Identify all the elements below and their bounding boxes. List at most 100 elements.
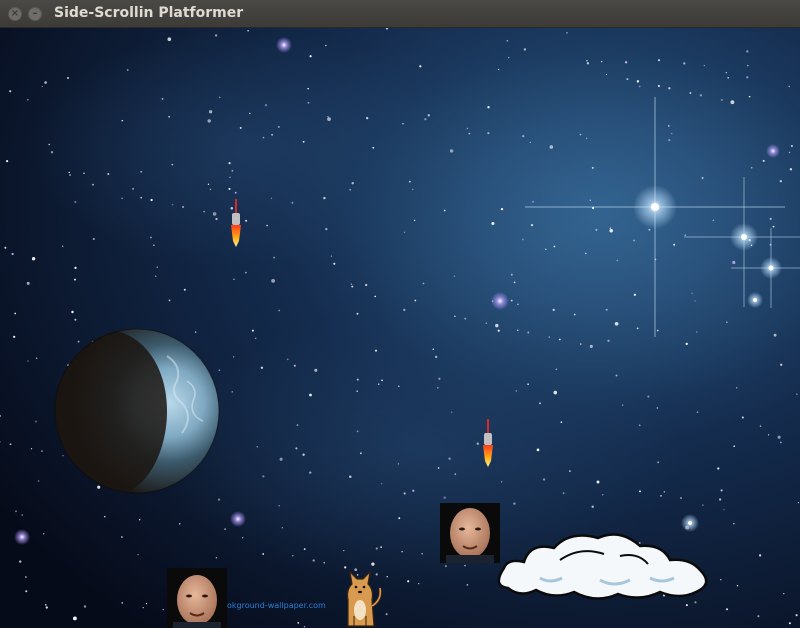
star xyxy=(507,56,510,59)
star xyxy=(769,217,772,220)
star xyxy=(231,391,233,393)
star xyxy=(685,604,688,607)
star xyxy=(233,356,235,358)
star xyxy=(356,574,359,576)
star xyxy=(727,76,730,79)
star xyxy=(402,122,404,125)
star xyxy=(279,457,283,461)
star xyxy=(725,608,729,611)
star xyxy=(104,516,106,518)
star xyxy=(595,228,598,231)
star xyxy=(9,90,12,93)
star xyxy=(371,562,375,566)
window-titlebar[interactable]: × – Side-Scrollin Platformer xyxy=(0,0,800,28)
star xyxy=(18,560,22,563)
star xyxy=(694,300,696,302)
star xyxy=(609,229,613,233)
planet xyxy=(54,328,220,494)
star xyxy=(500,207,504,211)
star xyxy=(27,98,29,101)
star xyxy=(562,492,565,495)
star xyxy=(549,145,554,149)
star xyxy=(278,505,280,507)
star xyxy=(667,124,670,127)
star xyxy=(208,110,213,114)
star xyxy=(293,364,296,367)
star xyxy=(168,299,171,302)
game-canvas[interactable]: okground-wallpaper.com xyxy=(0,28,800,628)
star xyxy=(171,163,174,166)
star xyxy=(161,97,164,100)
star xyxy=(21,514,24,516)
star xyxy=(107,172,110,176)
star xyxy=(407,580,410,583)
star xyxy=(48,143,50,146)
star xyxy=(385,613,388,616)
star xyxy=(718,498,722,501)
star xyxy=(773,333,777,337)
star xyxy=(303,625,306,628)
star xyxy=(543,478,546,481)
star xyxy=(203,210,205,213)
star xyxy=(515,390,517,392)
minimize-icon[interactable]: – xyxy=(28,7,42,21)
star xyxy=(212,212,217,216)
star xyxy=(168,115,170,118)
star xyxy=(548,336,551,338)
star xyxy=(600,60,603,63)
star xyxy=(67,77,69,79)
star xyxy=(500,481,503,483)
star xyxy=(121,536,123,538)
close-icon[interactable]: × xyxy=(8,7,22,21)
star xyxy=(741,416,744,419)
star xyxy=(720,98,723,101)
star xyxy=(333,262,336,265)
star xyxy=(422,282,425,285)
star xyxy=(605,308,608,311)
star xyxy=(92,183,94,186)
star xyxy=(167,37,172,42)
star xyxy=(155,275,157,277)
star xyxy=(183,288,186,291)
star xyxy=(140,196,143,199)
star xyxy=(264,104,268,107)
star xyxy=(717,467,720,470)
star xyxy=(418,582,420,585)
star xyxy=(325,44,327,47)
star xyxy=(759,425,762,427)
star xyxy=(427,114,430,117)
star xyxy=(657,59,661,62)
bright-star xyxy=(14,529,30,545)
star xyxy=(381,483,383,485)
star xyxy=(689,92,692,94)
star xyxy=(464,317,467,320)
star xyxy=(673,243,676,246)
star xyxy=(4,246,7,249)
star xyxy=(560,421,563,424)
star xyxy=(72,616,77,621)
star xyxy=(748,95,751,98)
star xyxy=(229,176,231,178)
star xyxy=(668,87,671,90)
star xyxy=(624,61,628,64)
star xyxy=(132,187,135,190)
star xyxy=(9,443,12,446)
bright-star xyxy=(276,37,292,53)
star xyxy=(453,275,456,277)
star xyxy=(421,553,423,555)
star xyxy=(596,480,600,484)
star xyxy=(309,55,312,58)
star xyxy=(233,278,235,281)
star xyxy=(50,151,54,154)
star xyxy=(510,273,513,276)
star xyxy=(374,295,377,298)
star xyxy=(374,349,378,352)
star xyxy=(779,180,782,183)
star xyxy=(386,576,388,578)
star xyxy=(217,498,221,501)
star xyxy=(487,106,490,109)
star xyxy=(412,489,415,492)
star xyxy=(251,329,254,332)
star xyxy=(476,442,479,445)
star xyxy=(323,196,326,200)
